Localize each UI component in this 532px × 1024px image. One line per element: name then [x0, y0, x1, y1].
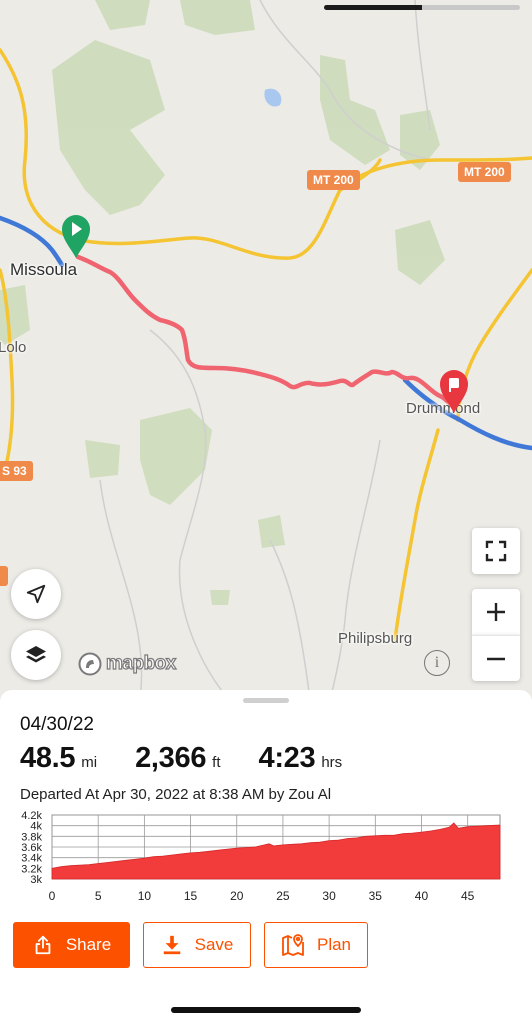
save-button[interactable]: Save: [143, 922, 251, 968]
chart-y-tick-label: 3.6k: [21, 842, 42, 854]
share-label: Share: [65, 935, 112, 954]
mapbox-attribution-text: mapbox: [105, 652, 177, 674]
chart-y-tick-label: 4.2k: [21, 810, 42, 822]
chart-y-tick-label: 3.2k: [21, 863, 42, 875]
plan-button[interactable]: Plan: [264, 922, 368, 968]
elevation-value: 2,366: [135, 742, 207, 774]
home-indicator[interactable]: [171, 1007, 361, 1013]
time-unit: hrs: [321, 754, 343, 771]
departed-text: Departed At Apr 30, 2022 at 8:38 AM by Z…: [20, 786, 332, 803]
activity-date: 04/30/22: [20, 714, 94, 735]
map-label-philipsburg: Philipsburg: [338, 630, 413, 647]
plan-label: Plan: [316, 935, 352, 954]
chart-y-tick-label: 3.8k: [21, 831, 42, 843]
fullscreen-button[interactable]: [472, 528, 520, 574]
distance-value: 48.5: [20, 742, 76, 774]
highway-shield-partial: [0, 566, 8, 586]
time-value: 4:23: [258, 742, 316, 774]
highway-shield-mt200: MT 200: [307, 170, 360, 190]
activity-stats: 48.5 mi 2,366 ft 4:23 hrs: [20, 742, 380, 775]
distance-unit: mi: [81, 754, 98, 771]
locate-me-button[interactable]: [11, 569, 61, 619]
map-label-missoula: Missoula: [10, 260, 78, 279]
fullscreen-icon: [485, 540, 507, 562]
end-pin-icon[interactable]: [438, 368, 470, 414]
start-pin-icon[interactable]: [60, 213, 92, 259]
zoom-out-button[interactable]: [472, 635, 520, 681]
distance-stat: 48.5 mi: [20, 742, 97, 775]
share-icon: [35, 935, 51, 955]
mapbox-mark-icon: [78, 652, 102, 676]
chart-x-tick-label: 40: [415, 889, 429, 902]
chart-x-tick-label: 25: [276, 889, 290, 902]
elevation-profile-chart[interactable]: 3k3.2k3.4k3.6k3.8k4k4.2k 0 5 10 15 20 25 30 35 40…: [10, 810, 520, 902]
chart-x-tick-label: 10: [138, 889, 152, 902]
map-layers-button[interactable]: [11, 630, 61, 680]
chart-x-tick-label: 35: [369, 889, 383, 902]
navigation-arrow-icon: [26, 584, 46, 604]
chart-x-tick-label: 30: [322, 889, 336, 902]
action-buttons: Share Save Plan: [13, 922, 368, 968]
save-label: Save: [194, 935, 234, 954]
zoom-out-icon: [487, 657, 505, 660]
chart-y-tick-label: 4k: [30, 821, 42, 833]
zoom-in-icon: [487, 603, 505, 621]
share-button[interactable]: Share: [13, 922, 130, 968]
map-base: [0, 0, 532, 700]
status-progress-bar: [324, 5, 520, 10]
map-label-lolo: Lolo: [0, 339, 27, 356]
elevation-unit: ft: [212, 754, 221, 771]
chart-y-tick-label: 3k: [30, 874, 42, 886]
mapbox-logo: mapbox: [78, 650, 177, 678]
route-map[interactable]: Missoula Lolo Drummond Philipsburg MT 20…: [0, 0, 532, 700]
time-stat: 4:23 hrs: [259, 742, 343, 775]
zoom-in-button[interactable]: [472, 589, 520, 635]
chart-x-tick-label: 20: [230, 889, 244, 902]
chart-x-tick-label: 0: [49, 889, 56, 902]
highway-shield-us93: S 93: [0, 461, 33, 481]
map-pin-icon: [282, 934, 304, 956]
chart-x-tick-label: 15: [184, 889, 198, 902]
route-line: [75, 254, 455, 407]
elevation-stat: 2,366 ft: [135, 742, 220, 775]
layers-icon: [26, 646, 46, 663]
activity-sheet: 04/30/22 48.5 mi 2,366 ft 4:23 hrs Depar…: [0, 690, 532, 1024]
highway-shield-mt200: MT 200: [458, 162, 511, 182]
info-icon[interactable]: i: [424, 650, 450, 676]
chart-x-tick-label: 5: [95, 889, 102, 902]
sheet-grabber[interactable]: [243, 698, 289, 703]
download-icon: [163, 935, 180, 955]
chart-x-tick-label: 45: [461, 889, 475, 902]
chart-y-tick-label: 3.4k: [21, 853, 42, 865]
